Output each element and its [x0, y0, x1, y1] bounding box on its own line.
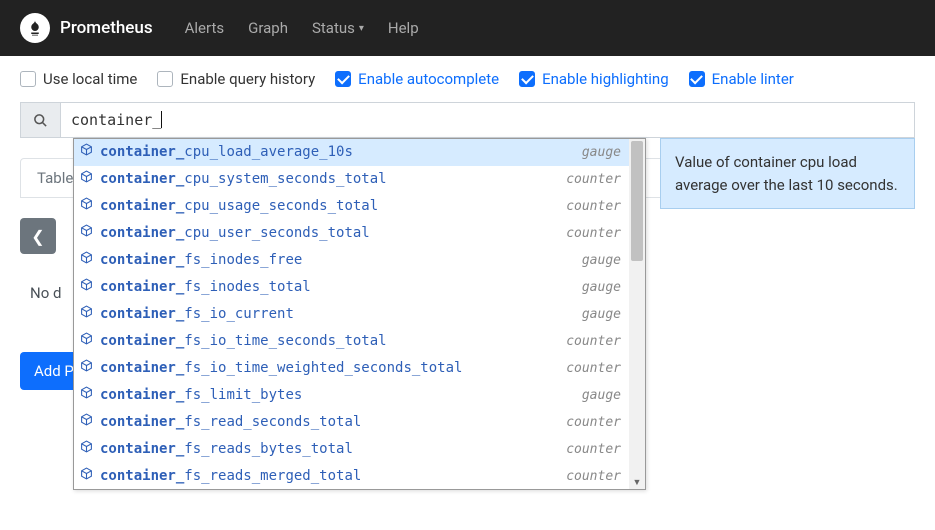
- expression-input[interactable]: container_: [60, 102, 915, 138]
- metric-name: container_fs_limit_bytes: [100, 385, 576, 406]
- nav-items: AlertsGraphStatus▾Help: [173, 19, 431, 37]
- nav-item-help[interactable]: Help: [376, 19, 431, 37]
- autocomplete-item[interactable]: container_fs_read_seconds_total counter: [74, 409, 629, 436]
- query-row: container_: [20, 102, 915, 138]
- prometheus-logo-icon: [20, 13, 50, 43]
- metric-name: container_fs_inodes_total: [100, 277, 576, 298]
- option-enable-query-history[interactable]: Enable query history: [157, 70, 315, 88]
- metric-icon: [80, 385, 94, 406]
- metric-name: container_cpu_system_seconds_total: [100, 169, 560, 190]
- scrollbar-thumb[interactable]: [631, 141, 643, 261]
- metric-help-tooltip: Value of container cpu load average over…: [660, 138, 915, 209]
- time-back-button[interactable]: ❮: [20, 218, 56, 254]
- metric-icon: [80, 331, 94, 352]
- metrics-explorer-button[interactable]: [20, 102, 60, 138]
- metric-name: container_fs_inodes_free: [100, 250, 576, 271]
- option-label: Use local time: [43, 70, 137, 88]
- metric-type: counter: [566, 224, 621, 244]
- metric-type: gauge: [582, 251, 621, 271]
- metric-type: counter: [566, 332, 621, 352]
- autocomplete-item[interactable]: container_cpu_system_seconds_total counte…: [74, 166, 629, 193]
- metric-type: counter: [566, 440, 621, 460]
- option-enable-linter[interactable]: Enable linter: [689, 70, 794, 88]
- autocomplete-list: container_cpu_load_average_10sgaugeconta…: [74, 139, 629, 489]
- checkbox[interactable]: [335, 71, 351, 87]
- options-bar: Use local time Enable query history Enable…: [0, 56, 935, 102]
- autocomplete-item[interactable]: container_fs_reads_merged_total counter: [74, 463, 629, 489]
- metric-type: gauge: [582, 143, 621, 163]
- brand[interactable]: Prometheus: [20, 13, 153, 43]
- option-enable-highlighting[interactable]: Enable highlighting: [519, 70, 669, 88]
- autocomplete-item[interactable]: container_fs_io_time_seconds_total counte…: [74, 328, 629, 355]
- metric-icon: [80, 466, 94, 487]
- search-icon: [33, 113, 48, 128]
- autocomplete-item[interactable]: container_fs_io_current gauge: [74, 301, 629, 328]
- metric-type: gauge: [582, 386, 621, 406]
- metric-name: container_fs_reads_bytes_total: [100, 439, 560, 460]
- scroll-down-icon[interactable]: ▼: [629, 475, 645, 489]
- nav-item-graph[interactable]: Graph: [236, 19, 300, 37]
- metric-type: counter: [566, 467, 621, 487]
- checkbox[interactable]: [519, 71, 535, 87]
- option-label: Enable autocomplete: [358, 70, 499, 88]
- brand-name: Prometheus: [60, 18, 153, 38]
- chevron-left-icon: ❮: [31, 227, 44, 246]
- checkbox[interactable]: [20, 71, 36, 87]
- autocomplete-item[interactable]: container_fs_reads_bytes_total counter: [74, 436, 629, 463]
- chevron-down-icon: ▾: [359, 23, 364, 34]
- nav-item-alerts[interactable]: Alerts: [173, 19, 237, 37]
- metric-name: container_fs_read_seconds_total: [100, 412, 560, 433]
- autocomplete-item[interactable]: container_fs_limit_bytes gauge: [74, 382, 629, 409]
- metric-name: container_fs_io_current: [100, 304, 576, 325]
- metric-name: container_cpu_user_seconds_total: [100, 223, 560, 244]
- metric-icon: [80, 304, 94, 325]
- metric-icon: [80, 196, 94, 217]
- metric-type: counter: [566, 197, 621, 217]
- scrollbar[interactable]: ▲ ▼: [629, 139, 645, 489]
- autocomplete-item[interactable]: container_cpu_load_average_10s gauge: [74, 139, 629, 166]
- metric-name: container_fs_reads_merged_total: [100, 466, 560, 487]
- metric-type: counter: [566, 170, 621, 190]
- main: container_ Table ❮ No d Add P container_…: [0, 102, 935, 390]
- option-label: Enable highlighting: [542, 70, 669, 88]
- metric-name: container_fs_io_time_weighted_seconds_to…: [100, 358, 560, 379]
- metric-icon: [80, 412, 94, 433]
- metric-type: gauge: [582, 305, 621, 325]
- checkbox[interactable]: [689, 71, 705, 87]
- text-cursor: [161, 111, 162, 128]
- autocomplete-item[interactable]: container_cpu_usage_seconds_total counter: [74, 193, 629, 220]
- metric-name: container_cpu_load_average_10s: [100, 142, 576, 163]
- autocomplete-item[interactable]: container_cpu_user_seconds_total counter: [74, 220, 629, 247]
- metric-icon: [80, 439, 94, 460]
- metric-icon: [80, 250, 94, 271]
- metric-icon: [80, 358, 94, 379]
- nav-item-status[interactable]: Status▾: [300, 19, 376, 37]
- autocomplete-dropdown: container_cpu_load_average_10sgaugeconta…: [73, 138, 646, 490]
- metric-type: counter: [566, 359, 621, 379]
- metric-name: container_cpu_usage_seconds_total: [100, 196, 560, 217]
- navbar: Prometheus AlertsGraphStatus▾Help: [0, 0, 935, 56]
- metric-icon: [80, 277, 94, 298]
- option-enable-autocomplete[interactable]: Enable autocomplete: [335, 70, 499, 88]
- metric-type: counter: [566, 413, 621, 433]
- autocomplete-item[interactable]: container_fs_io_time_weighted_seconds_to…: [74, 355, 629, 382]
- metric-icon: [80, 223, 94, 244]
- metric-icon: [80, 142, 94, 163]
- checkbox[interactable]: [157, 71, 173, 87]
- metric-icon: [80, 169, 94, 190]
- option-label: Enable linter: [712, 70, 794, 88]
- metric-name: container_fs_io_time_seconds_total: [100, 331, 560, 352]
- autocomplete-item[interactable]: container_fs_inodes_total gauge: [74, 274, 629, 301]
- metric-type: gauge: [582, 278, 621, 298]
- option-use-local-time[interactable]: Use local time: [20, 70, 137, 88]
- autocomplete-item[interactable]: container_fs_inodes_free gauge: [74, 247, 629, 274]
- option-label: Enable query history: [180, 70, 315, 88]
